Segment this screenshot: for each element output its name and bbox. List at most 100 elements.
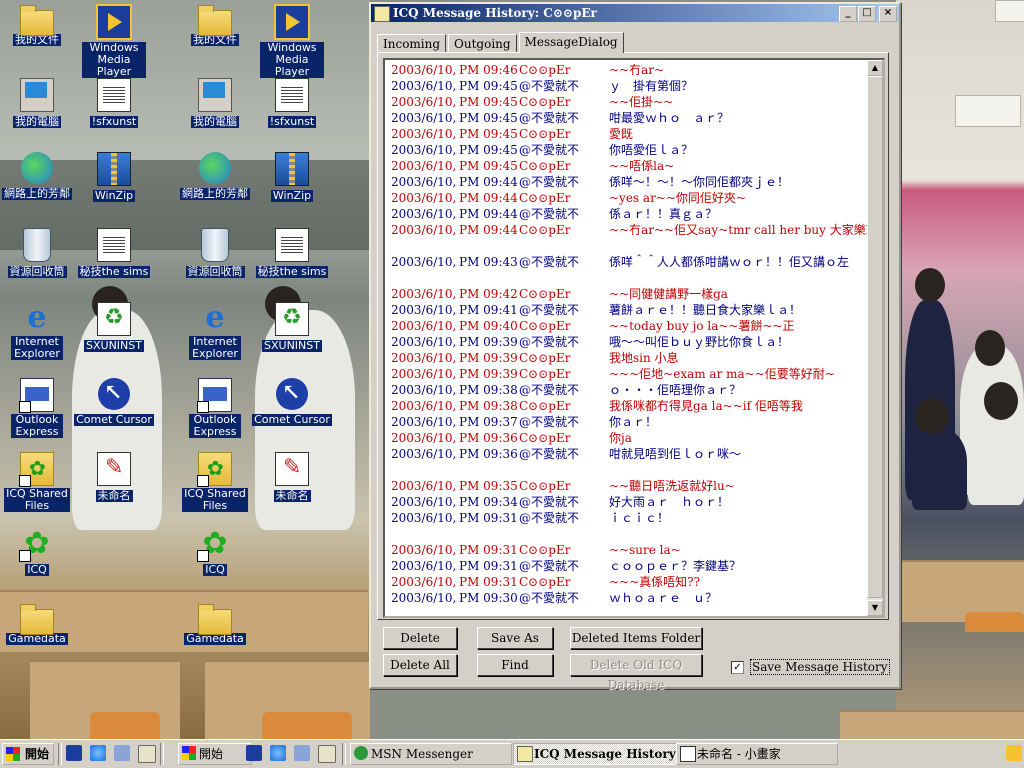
scroll-thumb[interactable]: [867, 76, 883, 598]
network-places-icon[interactable]: 網路上的芳鄰: [0, 152, 77, 200]
close-button[interactable]: ×: [879, 6, 897, 22]
taskbar-item-paint[interactable]: 未命名 - 小畫家: [676, 743, 838, 765]
sxuninst-icon[interactable]: SXUNINST: [74, 302, 154, 352]
message-row[interactable]: 2003/6/10, PM 09:39 C⊙⊙pEr 我地sin 小息: [391, 350, 865, 366]
recycle-bin-icon[interactable]: 資源回收筒: [0, 228, 77, 278]
icq-shared-files-icon[interactable]: ICQ Shared Files: [175, 452, 255, 512]
message-row[interactable]: 2003/6/10, PM 09:45 @不愛就不 咁最愛ｗｈｏ ａｒ？: [391, 110, 865, 126]
message-row[interactable]: 2003/6/10, PM 09:44 C⊙⊙pEr ~yes ar~~你同佢好夾~: [391, 190, 865, 206]
message-row[interactable]: 2003/6/10, PM 09:45 C⊙⊙pEr ~~唔係la~: [391, 158, 865, 174]
my-computer-icon[interactable]: 我的電腦: [175, 78, 255, 128]
message-row[interactable]: 2003/6/10, PM 09:40 C⊙⊙pEr ~~today buy jo l…: [391, 318, 865, 334]
sims-cheats-icon[interactable]: 秘技the sims: [252, 228, 332, 278]
sfxunst-icon[interactable]: !sfxunst: [252, 78, 332, 128]
message-row[interactable]: 2003/6/10, PM 09:38 C⊙⊙pEr 我係咪都冇得見ga la~~if…: [391, 398, 865, 414]
message-row[interactable]: 2003/6/10, PM 09:45 C⊙⊙pEr 愛既: [391, 126, 865, 142]
windows-media-player-icon[interactable]: Windows Media Player: [252, 4, 332, 78]
message-row[interactable]: 2003/6/10, PM 09:43 @不愛就不 係咩＾＾人人都係咁講ｗｏｒ！！佢又…: [391, 254, 865, 270]
message-row[interactable]: 2003/6/10, PM 09:30 @不愛就不 ｗｈｏａｒｅ ｕ？: [391, 590, 865, 606]
save-history-checkbox[interactable]: ✓ Save Message History: [731, 659, 890, 675]
tray-icon[interactable]: [1006, 745, 1022, 761]
message-row[interactable]: 2003/6/10, PM 09:42 C⊙⊙pEr ~~同健健講野一樣ga: [391, 286, 865, 302]
windows-media-player-icon[interactable]: Windows Media Player: [74, 4, 154, 78]
message-row[interactable]: 2003/6/10, PM 09:41 @不愛就不 薯餅ａｒｅ！！聽日食大家樂ｌａ！: [391, 302, 865, 318]
message-row[interactable]: 2003/6/10, PM 09:39 C⊙⊙pEr ~~~佢地~exam ar ma…: [391, 366, 865, 382]
taskbar-item-msn[interactable]: MSN Messenger: [350, 743, 512, 765]
gamedata-folder-icon[interactable]: Gamedata: [175, 603, 255, 645]
message-row[interactable]: 2003/6/10, PM 09:31 @不愛就不 ｃｏｏｐｅｒ？李鍵基？: [391, 558, 865, 574]
message-row[interactable]: 2003/6/10, PM 09:44 @不愛就不 係ａｒ！！真ｇａ？: [391, 206, 865, 222]
comet-cursor-icon[interactable]: Comet Cursor: [252, 378, 332, 426]
message-row[interactable]: 2003/6/10, PM 09:39 @不愛就不 哦～～叫佢ｂｕｙ野比你食ｌａ！: [391, 334, 865, 350]
winzip-icon[interactable]: WinZip: [252, 152, 332, 202]
media-player-quicklaunch-icon[interactable]: [66, 745, 82, 761]
taskbar-item-start[interactable]: 開始: [178, 743, 252, 765]
internet-explorer-icon[interactable]: e Internet Explorer: [175, 302, 255, 360]
message-row[interactable]: 2003/6/10, PM 09:35 C⊙⊙pEr ~~聽日唔洗返就好lu~: [391, 478, 865, 494]
window-titlebar[interactable]: ICQ Message History: C⊙⊙pEr _ □ ×: [371, 4, 899, 22]
message-row[interactable]: 2003/6/10, PM 09:34 @不愛就不 好大雨ａｒ ｈｏｒ！: [391, 494, 865, 510]
gamedata-folder-icon[interactable]: Gamedata: [0, 603, 77, 645]
save-as-button[interactable]: Save As: [477, 627, 553, 649]
outlook-express-icon[interactable]: Outlook Express: [175, 378, 255, 438]
icq-shared-files-icon[interactable]: ICQ Shared Files: [0, 452, 77, 512]
message-row[interactable]: 2003/6/10, PM 09:45 C⊙⊙pEr ~~佢掛~~: [391, 94, 865, 110]
icq-icon[interactable]: ✿ ICQ: [175, 528, 255, 576]
message-date: 2003/6/10,: [391, 63, 457, 77]
message-date: 2003/6/10,: [391, 175, 457, 189]
winzip-icon[interactable]: WinZip: [74, 152, 154, 202]
message-time: PM 09:39: [459, 367, 518, 381]
tab-message-dialog[interactable]: MessageDialog: [518, 32, 624, 53]
minimize-button[interactable]: _: [839, 6, 857, 22]
sxuninst-icon[interactable]: SXUNINST: [252, 302, 332, 352]
message-row[interactable]: 2003/6/10, PM 09:31 C⊙⊙pEr ~~sure la~: [391, 542, 865, 558]
message-row[interactable]: 2003/6/10, PM 09:36 C⊙⊙pEr 你ja: [391, 430, 865, 446]
scroll-down-icon[interactable]: ▼: [867, 600, 883, 616]
message-date: 2003/6/10,: [391, 447, 457, 461]
untitled-paint-icon[interactable]: 未命名: [74, 452, 154, 502]
delete-button[interactable]: Delete: [383, 627, 457, 649]
ie-quicklaunch-icon[interactable]: [270, 745, 286, 761]
maximize-button[interactable]: □: [858, 6, 876, 22]
sfxunst-icon[interactable]: !sfxunst: [74, 78, 154, 128]
message-row[interactable]: 2003/6/10, PM 09:46 C⊙⊙pEr ~~冇ar~: [391, 62, 865, 78]
message-row[interactable]: 2003/6/10, PM 09:31 @不愛就不 ｉｃｉｃ！: [391, 510, 865, 526]
sims-cheats-icon[interactable]: 秘技the sims: [74, 228, 154, 278]
show-desktop-icon[interactable]: [138, 745, 156, 763]
tab-outgoing[interactable]: Outgoing: [448, 34, 517, 53]
taskbar-item-icq-history[interactable]: ICQ Message History: C⊙⊙pEr: [513, 743, 677, 765]
my-computer-icon[interactable]: 我的電腦: [0, 78, 77, 128]
my-documents-icon[interactable]: 我的文件: [0, 4, 77, 46]
network-places-icon[interactable]: 網路上的芳鄰: [175, 152, 255, 200]
message-row[interactable]: 2003/6/10, PM 09:37 @不愛就不 你ａｒ！: [391, 414, 865, 430]
internet-explorer-icon[interactable]: e Internet Explorer: [0, 302, 77, 360]
tab-incoming[interactable]: Incoming: [377, 34, 447, 53]
message-row[interactable]: 2003/6/10, PM 09:44 @不愛就不 係咩～！～！～你同佢都夾ｊｅ！: [391, 174, 865, 190]
outlook-quicklaunch-icon[interactable]: [294, 745, 310, 761]
ie-quicklaunch-icon[interactable]: [90, 745, 106, 761]
message-row[interactable]: 2003/6/10, PM 09:36 @不愛就不 咁就見唔到佢ｌｏｒ咪～: [391, 446, 865, 462]
message-sender: C⊙⊙pEr: [519, 287, 571, 301]
show-desktop-icon[interactable]: [318, 745, 336, 763]
outlook-express-icon[interactable]: Outlook Express: [0, 378, 77, 438]
message-row[interactable]: 2003/6/10, PM 09:31 C⊙⊙pEr ~~~真係唔知??: [391, 574, 865, 590]
message-row[interactable]: 2003/6/10, PM 09:38 @不愛就不 ｏ・・・佢唔理你ａｒ？: [391, 382, 865, 398]
comet-cursor-icon[interactable]: Comet Cursor: [74, 378, 154, 426]
checkbox-mark[interactable]: ✓: [731, 660, 744, 674]
message-row[interactable]: 2003/6/10, PM 09:45 @不愛就不 ｙ 掛有第個？: [391, 78, 865, 94]
untitled-paint-icon[interactable]: 未命名: [252, 452, 332, 502]
message-row[interactable]: 2003/6/10, PM 09:45 @不愛就不 你唔愛佢ｌａ？: [391, 142, 865, 158]
message-list[interactable]: 2003/6/10, PM 09:46 C⊙⊙pEr ~~冇ar~ 2003/6/10,…: [383, 58, 885, 618]
recycle-bin-icon[interactable]: 資源回收筒: [175, 228, 255, 278]
scroll-up-icon[interactable]: ▲: [867, 60, 883, 76]
message-row[interactable]: 2003/6/10, PM 09:44 C⊙⊙pEr ~~冇ar~~佢又say~tmr…: [391, 222, 883, 238]
icq-icon[interactable]: ✿ ICQ: [0, 528, 77, 576]
vertical-scrollbar[interactable]: ▲ ▼: [867, 60, 883, 616]
deleted-items-folder-button[interactable]: Deleted Items Folder: [570, 627, 702, 649]
outlook-quicklaunch-icon[interactable]: [114, 745, 130, 761]
delete-all-button[interactable]: Delete All: [383, 654, 457, 676]
find-button[interactable]: Find: [477, 654, 553, 676]
media-player-quicklaunch-icon[interactable]: [246, 745, 262, 761]
my-documents-icon[interactable]: 我的文件: [175, 4, 255, 46]
start-button[interactable]: 開始: [2, 743, 55, 765]
